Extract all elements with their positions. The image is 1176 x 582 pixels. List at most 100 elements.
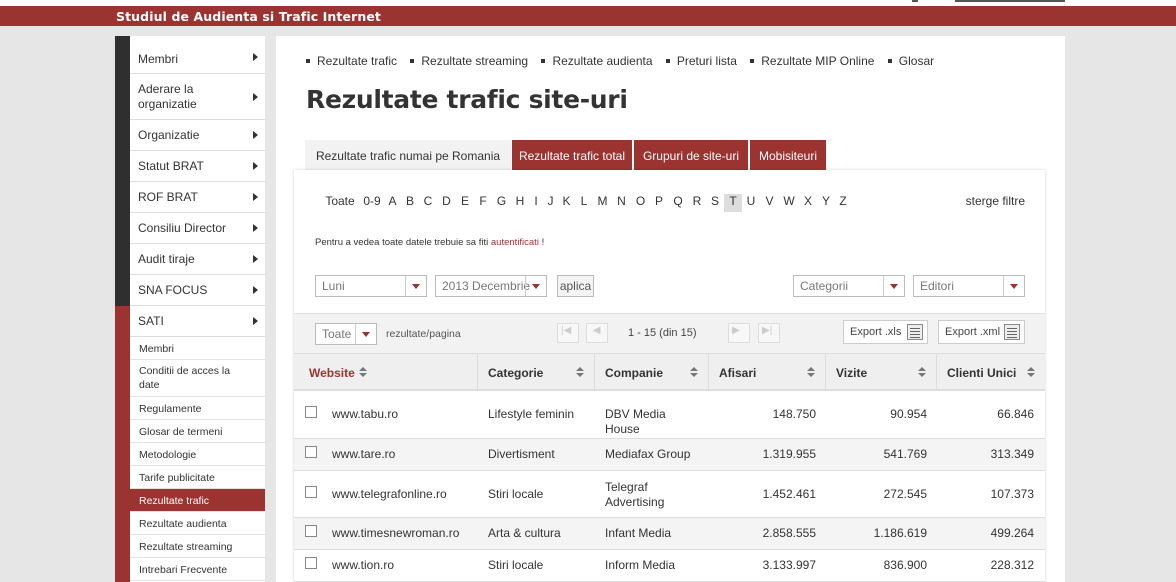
tab-grupuri[interactable]: Grupuri de site-uri bbox=[634, 140, 748, 170]
nav-glosar[interactable]: Glosar bbox=[887, 54, 934, 68]
letter-filter-v[interactable]: V bbox=[760, 194, 779, 212]
letter-filter-s[interactable]: S bbox=[706, 194, 724, 212]
sidebar-subitem-rezultate-trafic[interactable]: Rezultate trafic bbox=[130, 489, 265, 512]
row-checkbox[interactable] bbox=[305, 486, 317, 498]
bullet-icon bbox=[410, 58, 415, 63]
letter-filter-x[interactable]: X bbox=[799, 194, 817, 212]
letter-filter-i[interactable]: I bbox=[529, 194, 543, 212]
publisher-select[interactable]: Editori bbox=[913, 275, 1025, 297]
table-row[interactable]: www.tabu.ro Lifestyle feminin DBV Media Ho… bbox=[294, 391, 1045, 439]
letter-filter-p[interactable]: P bbox=[650, 194, 668, 212]
letter-filter-c[interactable]: C bbox=[419, 194, 437, 212]
col-companie[interactable]: Companie bbox=[595, 354, 709, 390]
letter-filter-e[interactable]: E bbox=[456, 194, 474, 212]
letter-filter-t[interactable]: T bbox=[724, 194, 742, 212]
row-checkbox[interactable] bbox=[305, 557, 317, 569]
sidebar-subitem-conditii[interactable]: Conditii de acces la date bbox=[130, 360, 265, 397]
letter-filter-g[interactable]: G bbox=[492, 194, 511, 212]
sidebar-subitem-rezultate-audienta[interactable]: Rezultate audienta bbox=[130, 512, 265, 535]
row-checkbox[interactable] bbox=[305, 406, 317, 418]
sidebar-subitem-rezultate-streaming[interactable]: Rezultate streaming bbox=[130, 535, 265, 558]
letter-filter-m[interactable]: M bbox=[593, 194, 612, 212]
sidebar-item-organizatie[interactable]: Organizatie bbox=[130, 120, 265, 151]
nav-preturi-lista[interactable]: Preturi lista bbox=[665, 54, 737, 68]
sidebar-subitem-label: Rezultate trafic bbox=[139, 495, 210, 507]
letter-filter-f[interactable]: F bbox=[474, 194, 492, 212]
tab-mobisiteuri[interactable]: Mobisiteuri bbox=[750, 140, 826, 170]
letter-filter-d[interactable]: D bbox=[437, 194, 456, 212]
sidebar-subitem-membri[interactable]: Membri bbox=[130, 337, 265, 360]
sidebar-item-aderare[interactable]: Aderare la organizatie bbox=[130, 74, 265, 120]
per-page-select[interactable]: Toate bbox=[315, 323, 377, 345]
sidebar-item-label: SATI bbox=[138, 314, 164, 328]
letter-filter-o[interactable]: O bbox=[631, 194, 650, 212]
letter-filter-r[interactable]: R bbox=[688, 194, 706, 212]
sidebar-subitem-metodologie[interactable]: Metodologie bbox=[130, 443, 265, 466]
table-row[interactable]: www.tion.ro Stiri locale Inform Media 3.133… bbox=[294, 550, 1045, 582]
letter-filter-h[interactable]: H bbox=[511, 194, 529, 212]
category-select[interactable]: Categorii bbox=[793, 275, 905, 297]
cell-website[interactable]: www.telegrafonline.ro bbox=[332, 487, 472, 502]
letter-filter-w[interactable]: W bbox=[779, 194, 799, 212]
letter-filter-k[interactable]: K bbox=[558, 194, 575, 212]
table-row[interactable]: www.telegrafonline.ro Stiri locale Telegra… bbox=[294, 471, 1045, 518]
site-title[interactable]: Studiul de Audienta si Trafic Internet bbox=[116, 9, 381, 24]
letter-filter-z[interactable]: Z bbox=[835, 194, 851, 212]
letter-filter-a[interactable]: A bbox=[384, 194, 401, 212]
next-page-button[interactable]: ▶ bbox=[728, 323, 750, 343]
prev-page-button[interactable]: ◀ bbox=[586, 323, 608, 343]
sidebar-item-consiliu-director[interactable]: Consiliu Director bbox=[130, 213, 265, 244]
sidebar-subitem-tarife[interactable]: Tarife publicitate bbox=[130, 466, 265, 489]
cell-website[interactable]: www.tion.ro bbox=[332, 558, 472, 573]
chevron-right-icon bbox=[253, 286, 258, 294]
tab-trafic-total[interactable]: Rezultate trafic total bbox=[512, 140, 632, 170]
col-afisari[interactable]: Afisari bbox=[709, 354, 826, 390]
sidebar-item-sna-focus[interactable]: SNA FOCUS bbox=[130, 275, 265, 306]
sidebar-subitem-intrebari[interactable]: Intrebari Frecvente bbox=[130, 558, 265, 581]
letter-filter-b[interactable]: B bbox=[401, 194, 419, 212]
letter-filter-u[interactable]: U bbox=[742, 194, 760, 212]
sidebar-item-label: Statut BRAT bbox=[138, 159, 204, 173]
table-row[interactable]: www.tare.ro Divertisment Mediafax Group 1.3… bbox=[294, 439, 1045, 471]
col-categorie[interactable]: Categorie bbox=[478, 354, 595, 390]
clear-filters-link[interactable]: sterge filtre bbox=[966, 194, 1025, 208]
tab-trafic-romania[interactable]: Rezultate trafic numai pe Romania bbox=[305, 140, 511, 170]
cell-website[interactable]: www.tare.ro bbox=[332, 447, 472, 462]
last-page-button[interactable]: ▶| bbox=[758, 323, 780, 343]
nav-rezultate-mip[interactable]: Rezultate MIP Online bbox=[750, 54, 874, 68]
row-checkbox[interactable] bbox=[305, 525, 317, 537]
sidebar-item-sati[interactable]: SATI bbox=[130, 306, 265, 337]
sidebar-item-audit-tiraje[interactable]: Audit tiraje bbox=[130, 244, 265, 275]
letter-filter-q[interactable]: Q bbox=[668, 194, 688, 212]
export-xml-button[interactable]: Export .xml bbox=[938, 320, 1025, 344]
cell-companie: Inform Media bbox=[605, 558, 676, 572]
letter-filter-toate[interactable]: Toate bbox=[320, 194, 360, 212]
sidebar-subitem-regulamente[interactable]: Regulamente bbox=[130, 397, 265, 420]
nav-rezultate-trafic[interactable]: Rezultate trafic bbox=[306, 54, 397, 68]
row-checkbox[interactable] bbox=[305, 446, 317, 458]
col-vizite[interactable]: Vizite bbox=[826, 354, 937, 390]
apply-button[interactable]: aplica bbox=[557, 275, 594, 297]
sidebar-item-rof-brat[interactable]: ROF BRAT bbox=[130, 182, 265, 213]
sidebar-subitem-glosar[interactable]: Glosar de termeni bbox=[130, 420, 265, 443]
letter-filter-l[interactable]: L bbox=[575, 194, 593, 212]
cell-afisari: 1.452.461 bbox=[762, 487, 816, 501]
table-row[interactable]: www.timesnewroman.ro Arta & cultura Infant… bbox=[294, 518, 1045, 550]
letter-filter-y[interactable]: Y bbox=[817, 194, 835, 212]
sidebar-item-membri[interactable]: Membri bbox=[130, 40, 265, 74]
letter-filter-n[interactable]: N bbox=[612, 194, 631, 212]
letter-filter-j[interactable]: J bbox=[543, 194, 558, 212]
period-select[interactable]: Luni bbox=[315, 275, 427, 297]
cell-website[interactable]: www.tabu.ro bbox=[332, 407, 472, 422]
col-clienti-unici[interactable]: Clienti Unici bbox=[937, 354, 1045, 390]
login-link[interactable]: autentificati bbox=[491, 237, 539, 248]
cell-website[interactable]: www.timesnewroman.ro bbox=[332, 526, 472, 541]
first-page-button[interactable]: |◀ bbox=[557, 323, 579, 343]
nav-rezultate-audienta[interactable]: Rezultate audienta bbox=[541, 54, 653, 68]
month-select[interactable]: 2013 Decembrie bbox=[435, 275, 547, 297]
letter-filter-0-9[interactable]: 0-9 bbox=[360, 194, 384, 212]
col-website[interactable]: Website bbox=[294, 354, 478, 390]
sidebar-item-statut-brat[interactable]: Statut BRAT bbox=[130, 151, 265, 182]
export-xls-button[interactable]: Export .xls bbox=[843, 320, 928, 344]
nav-rezultate-streaming[interactable]: Rezultate streaming bbox=[410, 54, 528, 68]
